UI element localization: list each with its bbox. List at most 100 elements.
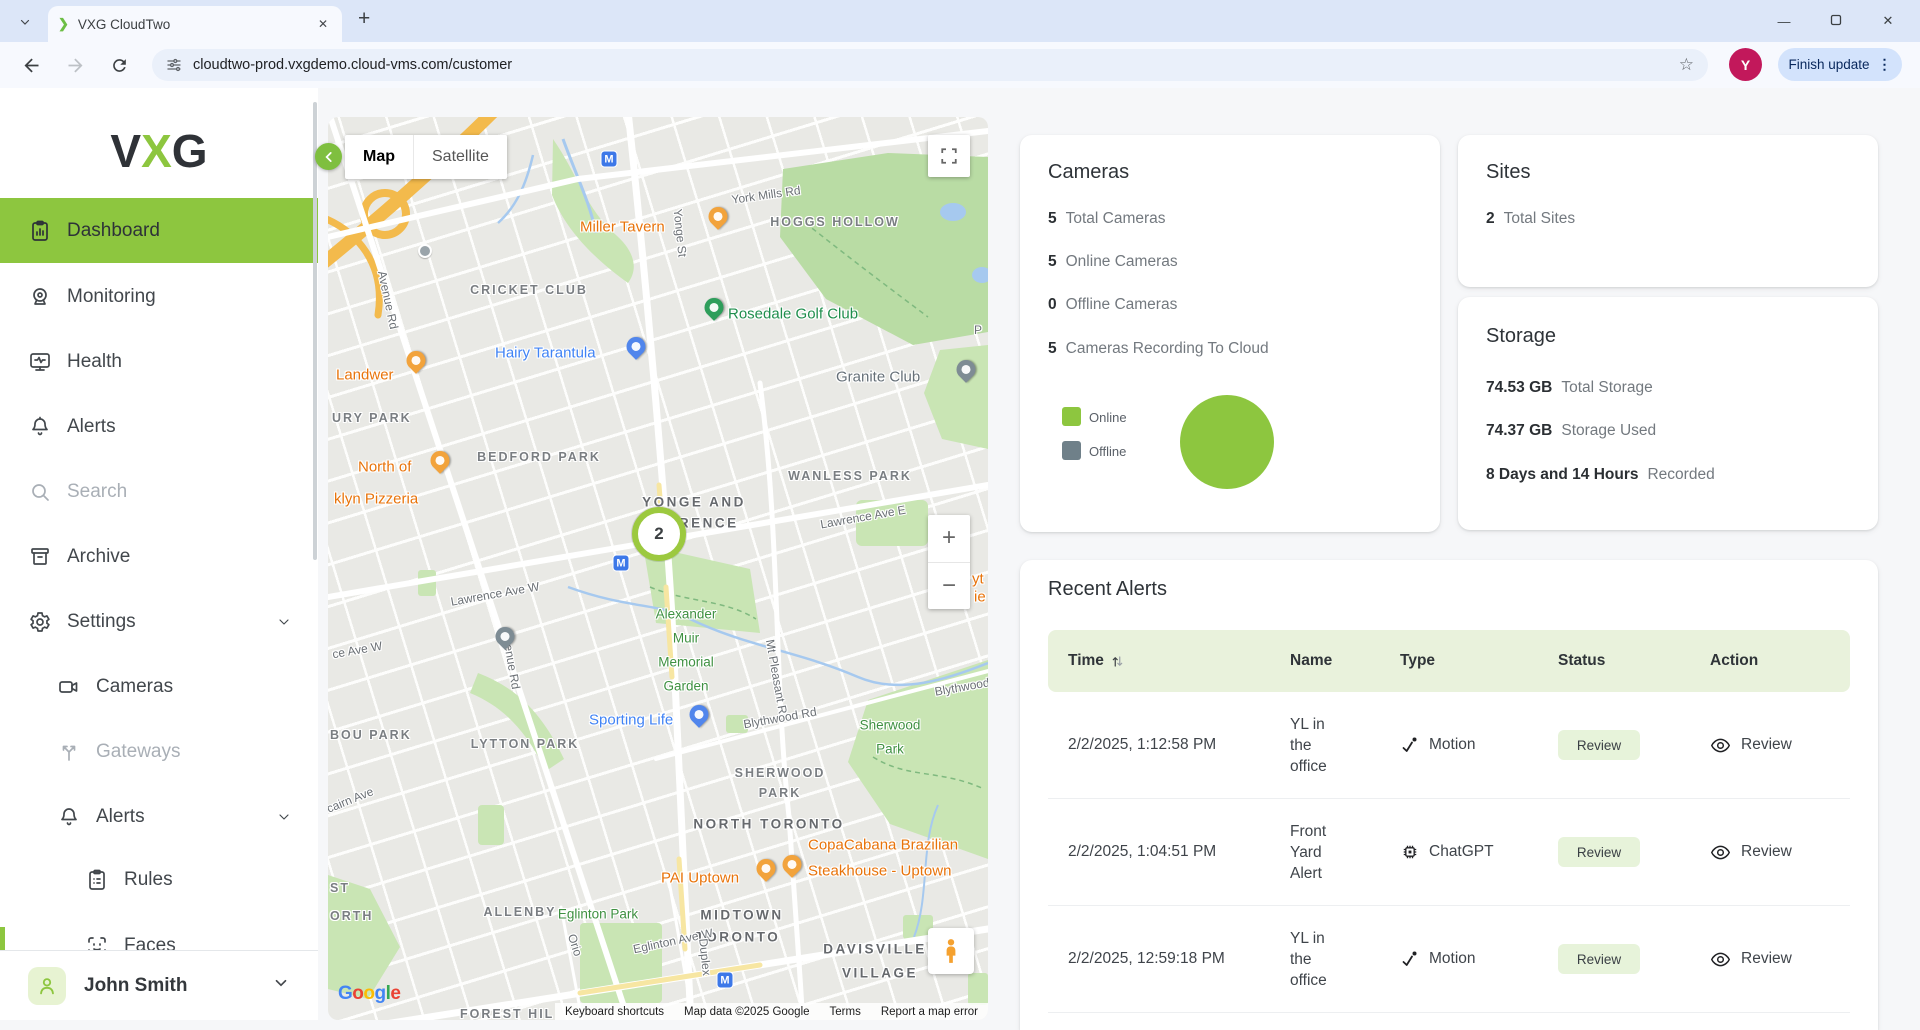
window-maximize-button[interactable]: [1810, 14, 1862, 29]
map-view-button[interactable]: Map: [345, 135, 413, 179]
bookmark-star-icon[interactable]: ☆: [1679, 55, 1694, 75]
restaurant-pin[interactable]: [783, 855, 802, 874]
legend-offline-label: Offline: [1089, 444, 1126, 459]
rules-icon: [85, 868, 109, 892]
cameras-card: Cameras 5Total Cameras 5Online Cameras 0…: [1020, 135, 1440, 532]
sidebar-item-rules[interactable]: Rules: [0, 848, 318, 912]
motion-icon: [1400, 949, 1420, 969]
shop-pin[interactable]: [627, 337, 646, 356]
sidebar-item-search[interactable]: Search: [0, 460, 318, 524]
tab-search-button[interactable]: [12, 9, 38, 35]
browser-tab[interactable]: ❯ VXG CloudTwo ✕: [48, 6, 342, 42]
sidebar-item-cameras[interactable]: Cameras: [0, 655, 318, 719]
table-row[interactable]: 2/2/2025, 12:59:18 PM YL in the office M…: [1048, 906, 1850, 1013]
status-badge[interactable]: Review: [1558, 944, 1640, 974]
sites-card: Sites 2Total Sites: [1458, 135, 1878, 287]
generic-pin[interactable]: [957, 360, 976, 379]
table-row[interactable]: 2/2/2025, 1:12:58 PM YL in the office Mo…: [1048, 692, 1850, 799]
browser-menu-icon[interactable]: ⋮: [1878, 56, 1892, 73]
shop-pin[interactable]: [690, 705, 709, 724]
metro-icon[interactable]: M: [601, 151, 618, 168]
chevron-down-icon[interactable]: [276, 809, 292, 825]
keyboard-shortcuts-link[interactable]: Keyboard shortcuts: [565, 1006, 664, 1018]
golf-pin[interactable]: [705, 298, 724, 317]
satellite-view-button[interactable]: Satellite: [413, 135, 507, 179]
person-icon: [36, 975, 58, 997]
column-status[interactable]: Status: [1558, 652, 1710, 670]
restaurant-pin[interactable]: [757, 859, 776, 878]
forward-button[interactable]: [62, 52, 88, 78]
table-row[interactable]: 2/2/2025, 1:04:51 PM Front Yard Alert Ch…: [1048, 799, 1850, 906]
sidebar-item-archive[interactable]: Archive: [0, 525, 318, 589]
new-tab-button[interactable]: +: [358, 7, 370, 31]
avatar: [28, 967, 66, 1005]
camera-cluster-marker[interactable]: 2: [632, 507, 686, 561]
window-close-button[interactable]: ✕: [1862, 13, 1914, 29]
sidebar-item-settings[interactable]: Settings: [0, 590, 318, 654]
review-action[interactable]: Review: [1710, 842, 1850, 863]
search-icon: [28, 480, 52, 504]
site-info-icon[interactable]: [166, 57, 182, 73]
eye-icon: [1710, 949, 1731, 970]
restaurant-pin[interactable]: [709, 207, 728, 226]
user-menu[interactable]: John Smith: [0, 950, 318, 1020]
dot-poi[interactable]: [418, 244, 432, 258]
restaurant-pin[interactable]: [431, 451, 450, 470]
user-name: John Smith: [84, 975, 272, 997]
chevron-down-icon[interactable]: [272, 974, 290, 997]
address-bar[interactable]: cloudtwo-prod.vxgdemo.cloud-vms.com/cust…: [152, 49, 1708, 81]
map-pins-layer: M M M: [328, 117, 988, 1020]
status-badge[interactable]: Review: [1558, 730, 1640, 760]
map-panel[interactable]: HOGGS HOLLOWCRICKET CLUBURY PARKBEDFORD …: [328, 117, 988, 1020]
main-content: HOGGS HOLLOWCRICKET CLUBURY PARKBEDFORD …: [318, 88, 1920, 1020]
sidebar-item-monitoring[interactable]: Monitoring: [0, 265, 318, 329]
status-badge[interactable]: Review: [1558, 837, 1640, 867]
column-action[interactable]: Action: [1710, 652, 1850, 670]
legend-online-label: Online: [1089, 410, 1127, 425]
zoom-in-button[interactable]: +: [928, 515, 970, 563]
sidebar: VXG Dashboard Monitoring Health Alerts S…: [0, 88, 319, 1020]
school-pin[interactable]: [496, 627, 515, 646]
gateway-icon: [57, 740, 81, 764]
map-zoom-control: + −: [928, 515, 970, 609]
review-action[interactable]: Review: [1710, 949, 1850, 970]
zoom-out-button[interactable]: −: [928, 563, 970, 610]
fullscreen-icon: [940, 147, 958, 165]
url-text[interactable]: cloudtwo-prod.vxgdemo.cloud-vms.com/cust…: [193, 57, 1679, 73]
sidebar-collapse-button[interactable]: [315, 143, 342, 170]
metro-icon[interactable]: M: [717, 972, 734, 989]
map-attribution: Keyboard shortcuts Map data ©2025 Google…: [555, 1003, 988, 1020]
street-view-pegman[interactable]: [928, 928, 974, 974]
vxg-logo: VXG: [0, 124, 318, 178]
gear-icon: [28, 610, 52, 634]
storage-card-title: Storage: [1486, 325, 1556, 348]
terms-link[interactable]: Terms: [830, 1006, 861, 1018]
sort-icon[interactable]: [1110, 654, 1125, 669]
sidebar-item-gateways[interactable]: Gateways: [0, 720, 318, 784]
reload-button[interactable]: [106, 52, 132, 78]
column-type[interactable]: Type: [1400, 652, 1558, 670]
google-logo: Google: [338, 983, 400, 1005]
finish-update-button[interactable]: Finish update ⋮: [1778, 48, 1902, 81]
restaurant-pin[interactable]: [407, 351, 426, 370]
column-time[interactable]: Time: [1048, 652, 1290, 670]
bell-icon: [57, 805, 81, 829]
sidebar-item-alerts-settings[interactable]: Alerts: [0, 785, 318, 849]
sidebar-item-dashboard[interactable]: Dashboard: [0, 198, 318, 263]
back-button[interactable]: [18, 52, 44, 78]
recent-alerts-card: Recent Alerts Time Name Type Status Acti…: [1020, 560, 1878, 1030]
browser-profile-avatar[interactable]: Y: [1729, 48, 1762, 81]
sidebar-item-alerts[interactable]: Alerts: [0, 395, 318, 459]
sidebar-item-health[interactable]: Health: [0, 330, 318, 394]
chevron-down-icon[interactable]: [276, 614, 292, 630]
report-error-link[interactable]: Report a map error: [881, 1006, 978, 1018]
window-minimize-button[interactable]: —: [1758, 14, 1810, 29]
sidebar-scrollbar-thumb[interactable]: [313, 102, 317, 560]
eye-icon: [1710, 735, 1731, 756]
column-name[interactable]: Name: [1290, 652, 1400, 670]
fullscreen-button[interactable]: [928, 135, 970, 177]
review-action[interactable]: Review: [1710, 735, 1850, 756]
cameras-pie-chart: [1180, 395, 1274, 489]
tab-close-icon[interactable]: ✕: [314, 15, 332, 33]
metro-icon[interactable]: M: [613, 555, 630, 572]
